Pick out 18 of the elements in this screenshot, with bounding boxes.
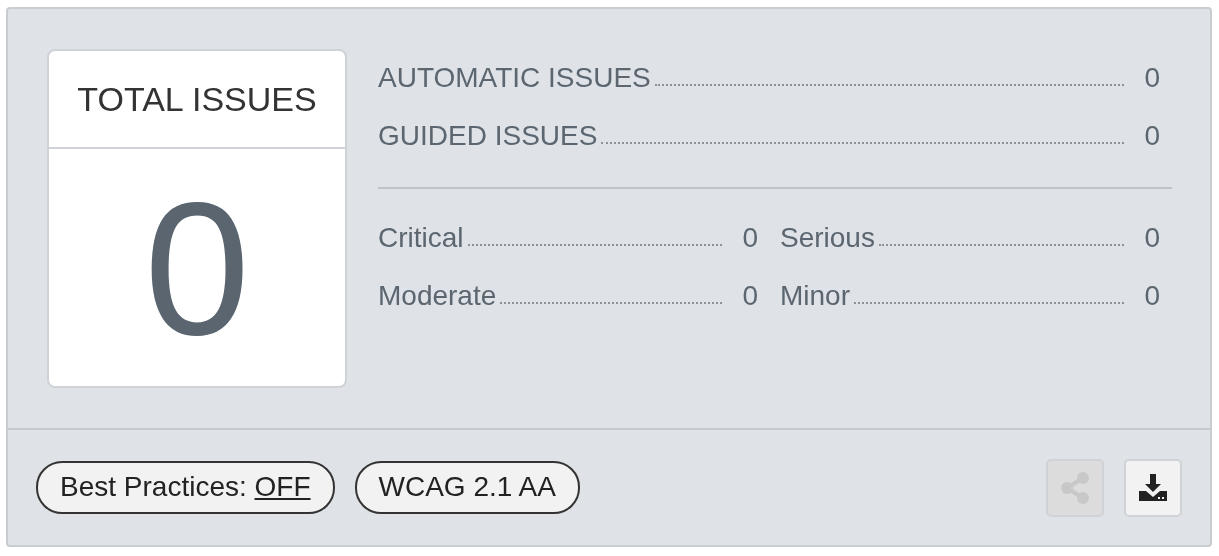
- issue-type-count: 0: [1144, 120, 1160, 152]
- severity-label: Minor: [780, 280, 850, 312]
- severity-label: Moderate: [378, 280, 497, 312]
- severity-count: 0: [742, 222, 758, 254]
- issue-type-label: GUIDED ISSUES: [378, 120, 598, 152]
- download-button[interactable]: [1124, 458, 1182, 517]
- severity-count: 0: [1144, 222, 1160, 254]
- download-icon: [1138, 472, 1168, 503]
- severity-label: Serious: [780, 222, 875, 254]
- total-issues-count: 0: [144, 172, 250, 363]
- severity-count: 0: [1144, 280, 1160, 312]
- severity-label: Critical: [378, 222, 464, 254]
- standard-tag: WCAG 2.1 AA: [354, 461, 580, 514]
- issue-type-label: AUTOMATIC ISSUES: [378, 62, 651, 94]
- issue-type-count: 0: [1144, 62, 1160, 94]
- severity-count: 0: [742, 280, 758, 312]
- total-issues-label: TOTAL ISSUES: [77, 79, 317, 119]
- best-practices-toggle[interactable]: Best Practices: OFF: [36, 461, 335, 514]
